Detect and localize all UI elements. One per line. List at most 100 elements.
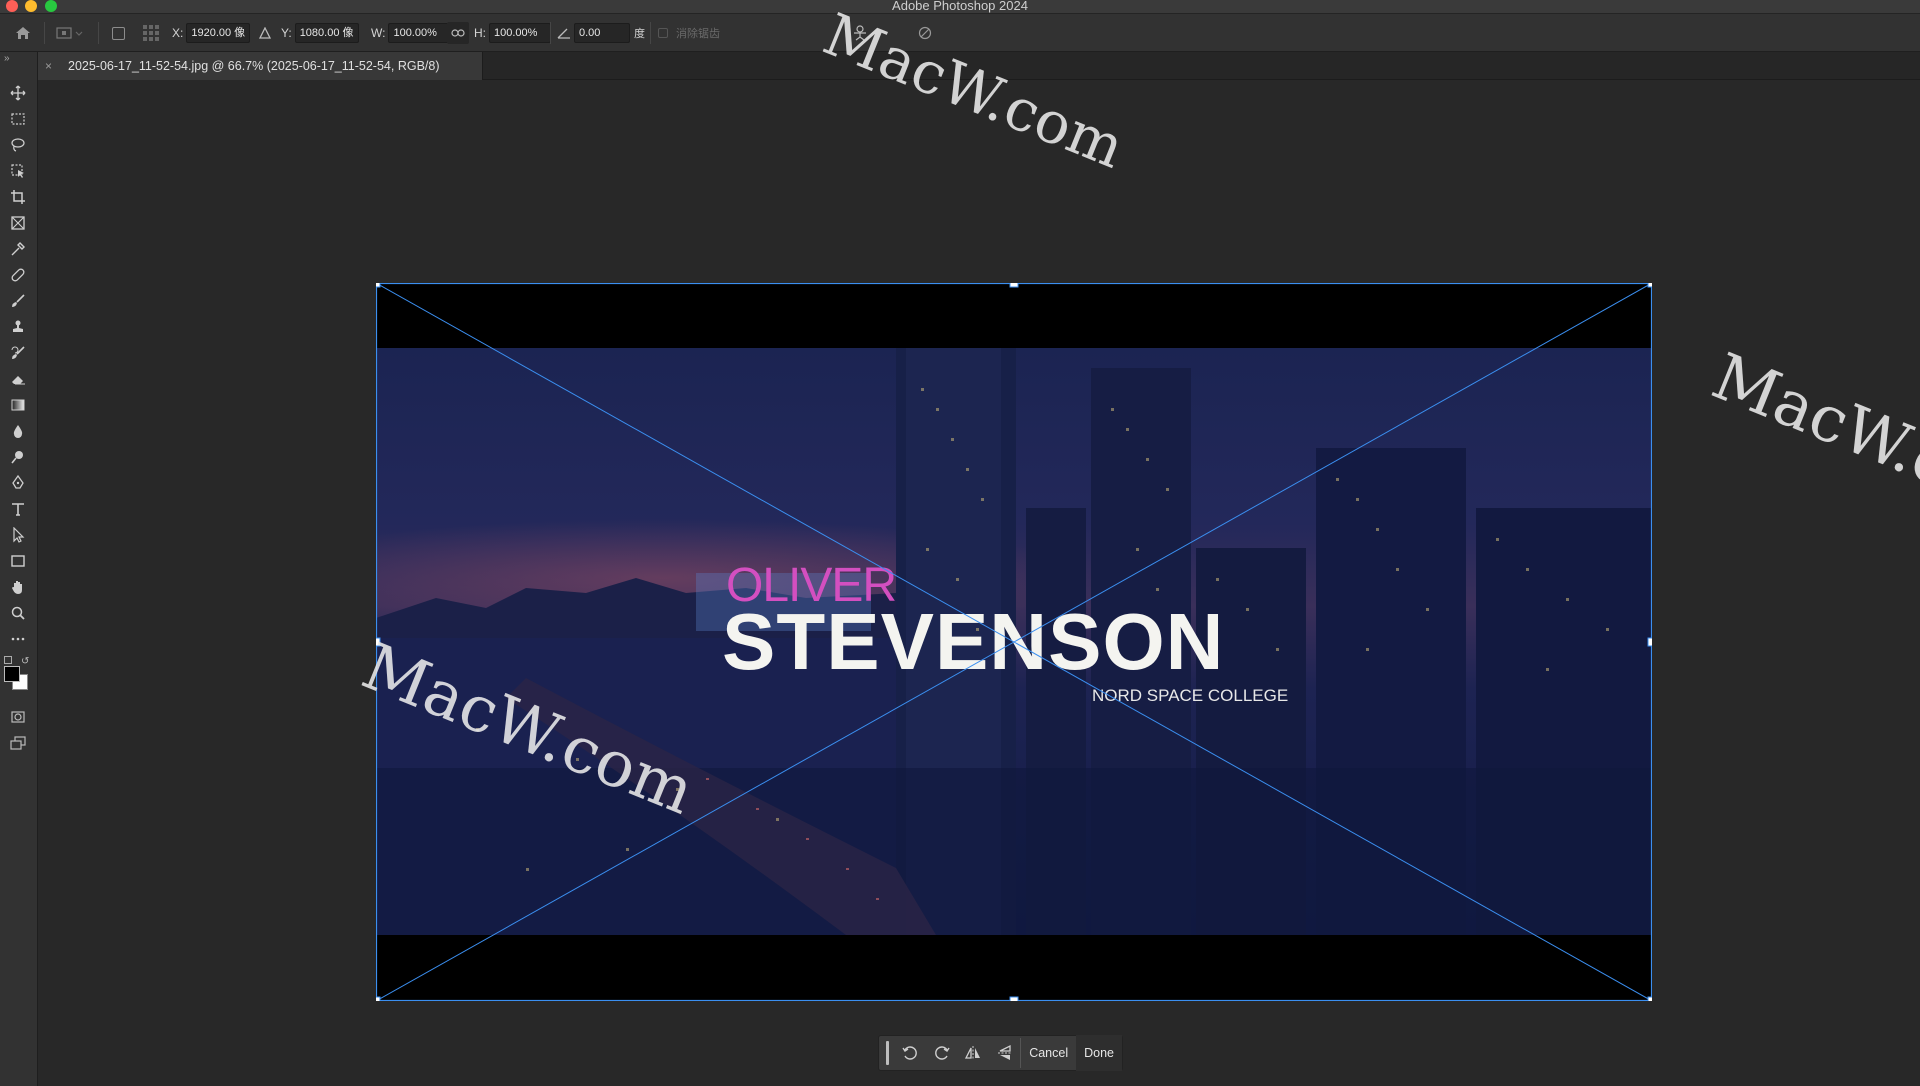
screen-mode-icon <box>10 736 26 750</box>
screen-mode-button[interactable] <box>7 732 29 754</box>
rotate-left-button[interactable] <box>894 1035 926 1071</box>
angle-icon <box>557 28 570 39</box>
pen-tool[interactable] <box>7 472 29 494</box>
color-swatches[interactable]: ↺ <box>4 656 34 696</box>
checkbox-icon <box>658 28 668 38</box>
arrow-icon <box>13 527 25 543</box>
x-label: X: <box>172 26 184 40</box>
type-tool[interactable] <box>7 498 29 520</box>
swap-colors-icon[interactable]: ↺ <box>21 656 29 667</box>
pen-icon <box>12 475 24 489</box>
h-label: H: <box>474 26 486 40</box>
type-icon <box>12 503 24 516</box>
move-icon <box>10 85 26 101</box>
zoom-tool[interactable] <box>7 602 29 624</box>
home-button[interactable] <box>14 14 32 52</box>
delta-icon <box>259 27 271 39</box>
document-tab[interactable]: × 2025-06-17_11-52-54.jpg @ 66.7% (2025-… <box>38 52 483 80</box>
home-icon <box>16 27 30 39</box>
handle-bottom-left[interactable] <box>376 996 381 1001</box>
eyedropper-tool[interactable] <box>7 238 29 260</box>
relative-position-button[interactable] <box>259 14 271 52</box>
checkbox-icon <box>112 26 125 40</box>
done-button[interactable]: Done <box>1076 1035 1123 1071</box>
foreground-color-swatch[interactable] <box>4 666 20 682</box>
handle-top-right[interactable] <box>1647 283 1652 288</box>
dodge-tool[interactable] <box>7 446 29 468</box>
y-label: Y: <box>281 26 292 40</box>
crop-tool[interactable] <box>7 186 29 208</box>
document-tab-title: 2025-06-17_11-52-54.jpg @ 66.7% (2025-06… <box>68 59 440 73</box>
eraser-tool[interactable] <box>7 368 29 390</box>
rotate-ccw-icon <box>902 1046 917 1060</box>
gradient-icon <box>11 399 25 411</box>
close-tab-button[interactable]: × <box>45 59 59 73</box>
brush-tool[interactable] <box>7 290 29 312</box>
healing-tool[interactable] <box>7 264 29 286</box>
more-tools-button[interactable] <box>7 628 29 650</box>
dodge-icon <box>11 451 23 464</box>
quick-mask-button[interactable] <box>7 706 29 728</box>
quick-mask-icon <box>11 711 25 723</box>
reference-point-checkbox[interactable] <box>112 14 125 52</box>
flip-vertical-icon <box>997 1044 1012 1060</box>
y-position-field[interactable]: 1080.00 像 <box>294 23 359 43</box>
antialias-label: 消除锯齿 <box>676 28 720 40</box>
antialias-checkbox[interactable]: 消除锯齿 <box>658 14 720 52</box>
handle-middle-right[interactable] <box>1647 637 1652 647</box>
rotate-cw-icon <box>934 1046 950 1060</box>
blur-tool[interactable] <box>7 420 29 442</box>
move-tool[interactable] <box>7 82 29 104</box>
history-brush-icon <box>11 346 25 359</box>
title-bar: Adobe Photoshop 2024 <box>0 0 1920 14</box>
rotate-right-button[interactable] <box>926 1035 958 1071</box>
rectangle-tool[interactable] <box>7 550 29 572</box>
stamp-tool[interactable] <box>7 316 29 338</box>
reference-grid[interactable] <box>142 14 160 52</box>
frame-icon <box>11 216 25 230</box>
stamp-icon <box>13 320 23 332</box>
cancel-button[interactable]: Cancel <box>1021 1035 1076 1071</box>
hand-tool[interactable] <box>7 576 29 598</box>
marquee-icon <box>11 113 25 125</box>
more-icon <box>11 637 25 641</box>
frame-tool[interactable] <box>7 212 29 234</box>
height-field[interactable]: 100.00% <box>489 23 551 43</box>
bandage-icon <box>11 268 25 282</box>
flip-vertical-button[interactable] <box>989 1035 1021 1071</box>
canvas-area[interactable]: OLIVER STEVENSON NORD SPACE COLLEGE Canc… <box>38 80 1920 1086</box>
handle-top-center[interactable] <box>1009 283 1019 288</box>
lasso-icon <box>11 138 25 152</box>
flip-horizontal-button[interactable] <box>957 1035 989 1071</box>
zoom-icon <box>11 606 25 620</box>
rotate-angle-icon-wrap <box>557 14 571 52</box>
gradient-tool[interactable] <box>7 394 29 416</box>
object-select-icon <box>11 164 24 178</box>
default-colors-icon[interactable] <box>4 656 12 664</box>
marquee-tool[interactable] <box>7 108 29 130</box>
object-select-tool[interactable] <box>7 160 29 182</box>
options-bar: X: 1920.00 像 Y: 1080.00 像 W: 100.00% H: … <box>0 14 1920 52</box>
angle-unit: 度 <box>634 28 645 40</box>
handle-top-left[interactable] <box>376 283 381 288</box>
photoshop-window: Adobe Photoshop 2024 X: 1920.00 像 Y: 108… <box>0 0 1920 1086</box>
angle-field[interactable]: 0.00 <box>574 23 630 43</box>
handle-bottom-center[interactable] <box>1009 996 1019 1001</box>
path-select-tool[interactable] <box>7 524 29 546</box>
reference-point-icon <box>56 27 83 39</box>
link-proportions-button[interactable] <box>447 14 469 52</box>
crop-icon <box>11 190 25 204</box>
x-position-field[interactable]: 1920.00 像 <box>186 23 251 43</box>
drag-handle[interactable] <box>886 1041 890 1065</box>
app-title: Adobe Photoshop 2024 <box>892 0 1028 13</box>
rectangle-icon <box>11 555 25 567</box>
transform-reference-button[interactable] <box>56 14 84 52</box>
lasso-tool[interactable] <box>7 134 29 156</box>
history-brush-tool[interactable] <box>7 342 29 364</box>
eraser-icon <box>12 376 25 385</box>
transform-bounding-box[interactable] <box>376 283 1652 1001</box>
collapse-panel-button[interactable]: » <box>4 53 10 64</box>
width-field[interactable]: 100.00% <box>388 23 451 43</box>
handle-bottom-right[interactable] <box>1647 996 1652 1001</box>
hand-icon <box>12 581 22 594</box>
